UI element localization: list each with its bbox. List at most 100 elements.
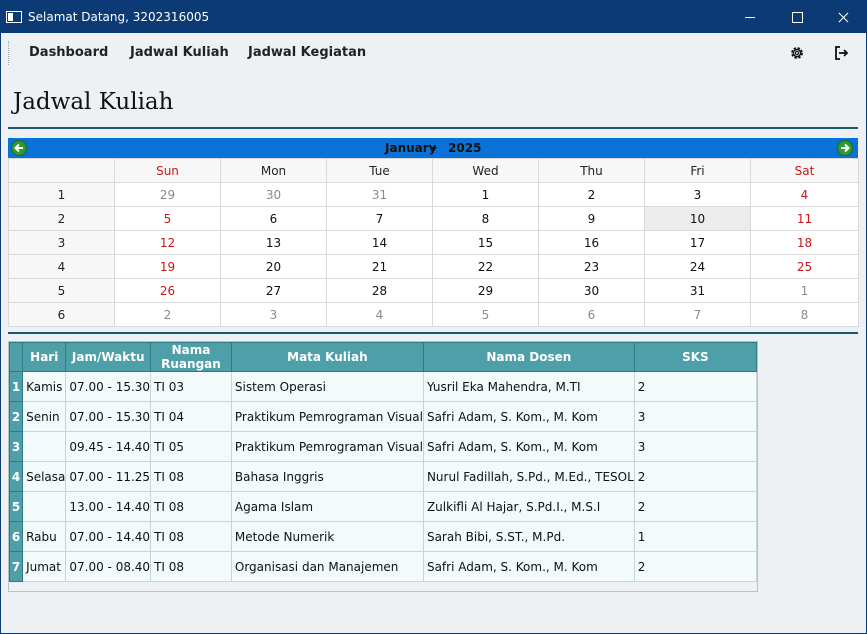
calendar-day[interactable]: 31	[644, 278, 751, 303]
prev-month-button[interactable]	[11, 140, 27, 156]
calendar-day[interactable]: 1	[432, 182, 539, 207]
table-row[interactable]: 4 Selasa 07.00 - 11.25 TI 08 Bahasa Ingg…	[8, 461, 758, 492]
calendar-day[interactable]: 3	[220, 302, 327, 327]
calendar-day[interactable]: 18	[750, 230, 859, 255]
cell-hari[interactable]: Kamis	[22, 371, 67, 402]
cell-hari[interactable]: Jumat	[22, 551, 67, 582]
cell-sks[interactable]: 3	[633, 401, 758, 432]
calendar-day[interactable]: 7	[326, 206, 433, 231]
cell-jam[interactable]: 09.45 - 14.40	[65, 431, 152, 462]
cell-sks[interactable]: 3	[633, 431, 758, 462]
row-header[interactable]: 1	[8, 371, 24, 402]
calendar-day[interactable]: 8	[432, 206, 539, 231]
calendar-day[interactable]: 17	[644, 230, 751, 255]
close-button[interactable]	[820, 1, 866, 33]
calendar-day[interactable]: 24	[644, 254, 751, 279]
cell-mata-kuliah[interactable]: Bahasa Inggris	[230, 461, 424, 492]
cell-ruangan[interactable]: TI 05	[150, 431, 232, 462]
cell-sks[interactable]: 2	[633, 371, 758, 402]
calendar-day[interactable]: 13	[220, 230, 327, 255]
cell-sks[interactable]: 2	[633, 461, 758, 492]
table-row[interactable]: 1 Kamis 07.00 - 15.30 TI 03 Sistem Opera…	[8, 371, 758, 402]
cell-ruangan[interactable]: TI 08	[150, 491, 232, 522]
column-header-jam[interactable]: Jam/Waktu	[65, 342, 152, 372]
cell-hari[interactable]	[22, 431, 67, 462]
table-corner[interactable]	[8, 342, 24, 372]
row-header[interactable]: 2	[8, 401, 24, 432]
cell-mata-kuliah[interactable]: Praktikum Pemrograman Visual	[230, 401, 424, 432]
cell-mata-kuliah[interactable]: Organisasi dan Manajemen	[230, 551, 424, 582]
cell-dosen[interactable]: Nurul Fadillah, S.Pd., M.Ed., TESOL	[422, 461, 635, 492]
calendar-day[interactable]: 16	[538, 230, 645, 255]
calendar-day[interactable]: 3	[644, 182, 751, 207]
calendar-day[interactable]: 30	[220, 182, 327, 207]
column-header-mata-kuliah[interactable]: Mata Kuliah	[230, 342, 424, 372]
calendar-day[interactable]: 2	[114, 302, 221, 327]
cell-dosen[interactable]: Zulkifli Al Hajar, S.Pd.I., M.S.I	[422, 491, 635, 522]
row-header[interactable]: 5	[8, 491, 24, 522]
cell-dosen[interactable]: Sarah Bibi, S.ST., M.Pd.	[422, 521, 635, 552]
cell-dosen[interactable]: Safri Adam, S. Kom., M. Kom	[422, 431, 635, 462]
cell-ruangan[interactable]: TI 08	[150, 461, 232, 492]
menu-item-jadwal-kuliah[interactable]: Jadwal Kuliah	[130, 45, 229, 60]
month-selector[interactable]: January	[385, 141, 437, 155]
calendar-day[interactable]: 4	[326, 302, 433, 327]
cell-mata-kuliah[interactable]: Praktikum Pemrograman Visual	[230, 431, 424, 462]
calendar-day[interactable]: 7	[644, 302, 751, 327]
row-header[interactable]: 3	[8, 431, 24, 462]
cell-jam[interactable]: 07.00 - 11.25	[65, 461, 152, 492]
cell-hari[interactable]: Rabu	[22, 521, 67, 552]
calendar-day[interactable]: 11	[750, 206, 859, 231]
cell-sks[interactable]: 2	[633, 551, 758, 582]
calendar-day[interactable]: 6	[538, 302, 645, 327]
calendar-day[interactable]: 1	[750, 278, 859, 303]
column-header-hari[interactable]: Hari	[22, 342, 67, 372]
cell-mata-kuliah[interactable]: Metode Numerik	[230, 521, 424, 552]
table-row[interactable]: 3 09.45 - 14.40 TI 05 Praktikum Pemrogra…	[8, 431, 758, 462]
cell-ruangan[interactable]: TI 08	[150, 551, 232, 582]
calendar-day[interactable]: 15	[432, 230, 539, 255]
column-header-dosen[interactable]: Nama Dosen	[422, 342, 635, 372]
calendar-day[interactable]: 27	[220, 278, 327, 303]
calendar-day[interactable]: 22	[432, 254, 539, 279]
row-header[interactable]: 7	[8, 551, 24, 582]
cell-hari[interactable]	[22, 491, 67, 522]
cell-dosen[interactable]: Yusril Eka Mahendra, M.TI	[422, 371, 635, 402]
calendar-day[interactable]: 23	[538, 254, 645, 279]
cell-ruangan[interactable]: TI 03	[150, 371, 232, 402]
title-bar[interactable]: Selamat Datang, 3202316005	[1, 1, 866, 33]
cell-jam[interactable]: 07.00 - 15.30	[65, 401, 152, 432]
calendar-day[interactable]: 26	[114, 278, 221, 303]
cell-ruangan[interactable]: TI 04	[150, 401, 232, 432]
cell-dosen[interactable]: Safri Adam, S. Kom., M. Kom	[422, 401, 635, 432]
calendar-day[interactable]: 2	[538, 182, 645, 207]
calendar-day[interactable]: 4	[750, 182, 859, 207]
calendar-day[interactable]: 12	[114, 230, 221, 255]
cell-jam[interactable]: 13.00 - 14.40	[65, 491, 152, 522]
table-row[interactable]: 6 Rabu 07.00 - 14.40 TI 08 Metode Numeri…	[8, 521, 758, 552]
calendar-day[interactable]: 9	[538, 206, 645, 231]
chevron-down-icon[interactable]	[431, 147, 437, 151]
cell-hari[interactable]: Selasa	[22, 461, 67, 492]
calendar-day[interactable]: 8	[750, 302, 859, 327]
year-selector[interactable]: 2025	[448, 141, 481, 155]
calendar-day[interactable]: 28	[326, 278, 433, 303]
calendar-day[interactable]: 29	[432, 278, 539, 303]
calendar-day[interactable]: 31	[326, 182, 433, 207]
column-header-ruangan[interactable]: Nama Ruangan	[150, 342, 232, 372]
cell-mata-kuliah[interactable]: Agama Islam	[230, 491, 424, 522]
schedule-table-container[interactable]: Hari Jam/Waktu Nama Ruangan Mata Kuliah …	[8, 341, 758, 592]
menu-item-dashboard[interactable]: Dashboard	[29, 45, 108, 60]
cell-jam[interactable]: 07.00 - 08.40	[65, 551, 152, 582]
cell-jam[interactable]: 07.00 - 14.40	[65, 521, 152, 552]
calendar-day[interactable]: 29	[114, 182, 221, 207]
table-row[interactable]: 7 Jumat 07.00 - 08.40 TI 08 Organisasi d…	[8, 551, 758, 582]
cell-mata-kuliah[interactable]: Sistem Operasi	[230, 371, 424, 402]
table-row[interactable]: 5 13.00 - 14.40 TI 08 Agama Islam Zulkif…	[8, 491, 758, 522]
calendar-day[interactable]: 14	[326, 230, 433, 255]
row-header[interactable]: 6	[8, 521, 24, 552]
calendar-day[interactable]: 25	[750, 254, 859, 279]
column-header-sks[interactable]: SKS	[633, 342, 758, 372]
cell-jam[interactable]: 07.00 - 15.30	[65, 371, 152, 402]
calendar-day[interactable]: 5	[432, 302, 539, 327]
